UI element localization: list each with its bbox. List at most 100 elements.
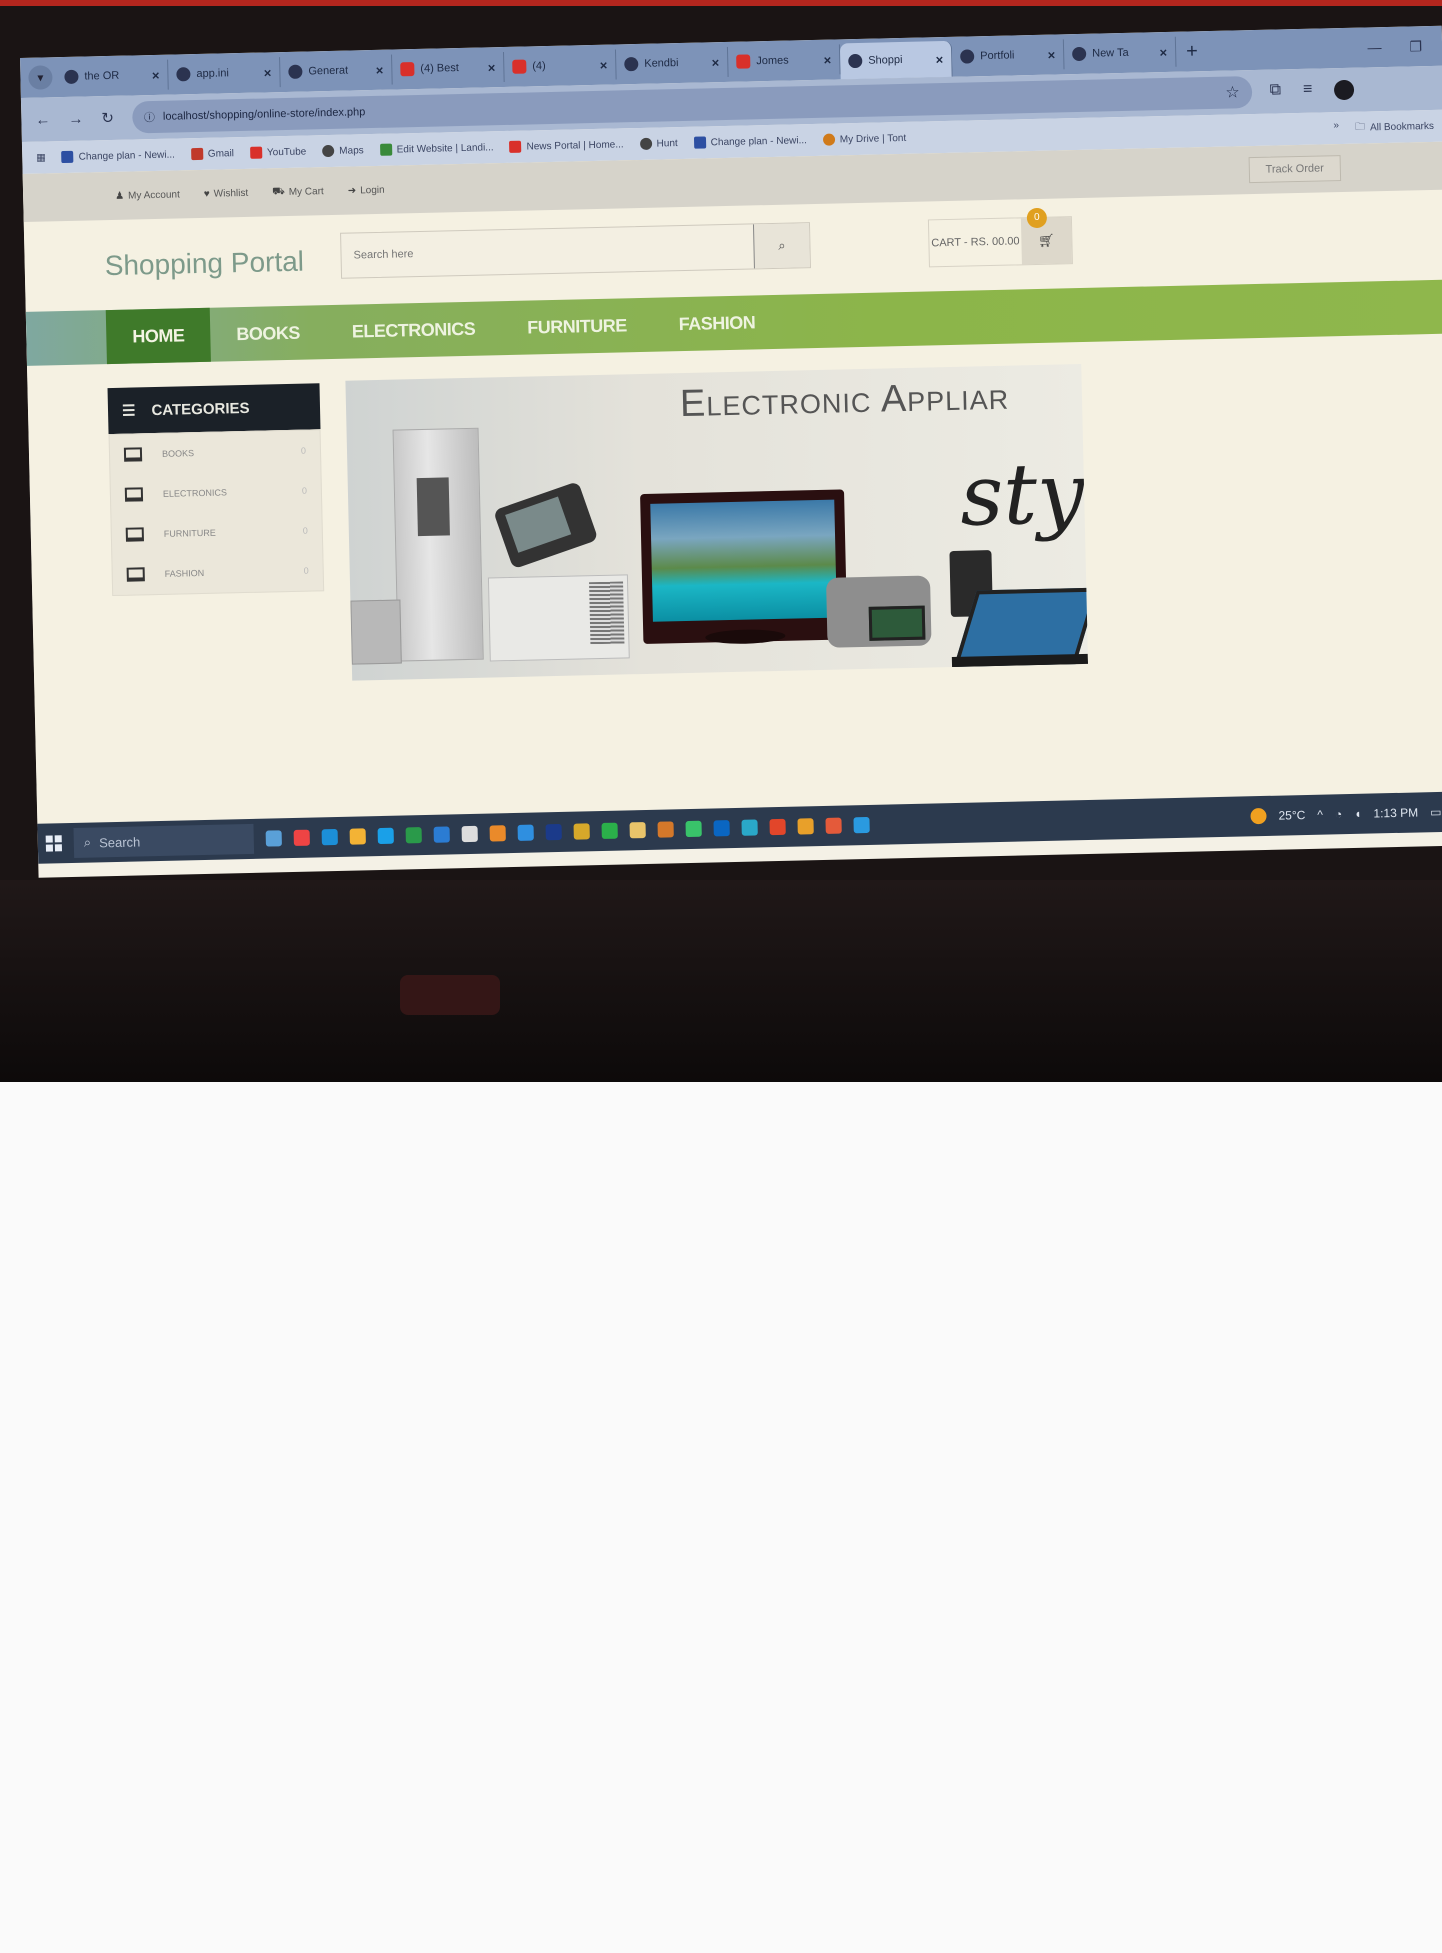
edge-icon[interactable] bbox=[321, 828, 338, 846]
media-icon[interactable]: ≡ bbox=[1303, 81, 1313, 101]
app-icon[interactable] bbox=[573, 823, 590, 840]
folder-icon[interactable] bbox=[629, 822, 646, 839]
cart-summary[interactable]: CART - RS. 00.00 🛒︎ 0 bbox=[927, 207, 1073, 268]
weather-icon[interactable] bbox=[1250, 807, 1267, 825]
folder-icon: 🗀 bbox=[1354, 121, 1366, 133]
search-input[interactable] bbox=[341, 224, 754, 278]
site-info-icon[interactable]: ⓘ bbox=[144, 109, 155, 125]
windows-start-icon[interactable] bbox=[45, 835, 63, 852]
java-icon[interactable] bbox=[657, 821, 674, 838]
browser-tab[interactable]: Jomes × bbox=[727, 44, 841, 77]
close-icon[interactable]: × bbox=[1159, 44, 1167, 59]
chrome-icon[interactable] bbox=[825, 817, 842, 834]
category-furniture[interactable]: FURNITURE 0 bbox=[111, 510, 322, 555]
tab-search-button[interactable]: ▾ bbox=[28, 65, 53, 90]
close-icon[interactable]: × bbox=[488, 60, 496, 75]
app-icon[interactable] bbox=[741, 819, 758, 836]
spotify-icon[interactable] bbox=[601, 822, 618, 839]
category-fashion[interactable]: FASHION 0 bbox=[112, 550, 323, 595]
back-icon[interactable]: ← bbox=[35, 111, 50, 128]
browser-tab[interactable]: (4) Best × bbox=[392, 52, 505, 85]
wishlist-link[interactable]: ♥ Wishlist bbox=[204, 187, 249, 199]
firefox-icon[interactable] bbox=[797, 818, 814, 835]
search-button[interactable]: ⌕ bbox=[752, 223, 810, 269]
bookmark-item[interactable]: Change plan - Newi... bbox=[61, 149, 175, 164]
wifi-icon[interactable]: ◔ bbox=[1335, 807, 1343, 821]
my-account-link[interactable]: ♟ My Account bbox=[115, 189, 180, 201]
search-box: ⌕ bbox=[340, 222, 811, 279]
restore-icon[interactable]: ❐ bbox=[1409, 38, 1422, 55]
file-explorer-icon[interactable] bbox=[349, 828, 366, 845]
clock[interactable]: 1:13 PM bbox=[1373, 805, 1418, 820]
extensions-icon[interactable]: ⧉ bbox=[1269, 81, 1281, 101]
browser-tab[interactable]: Generat × bbox=[280, 54, 393, 88]
microwave-image bbox=[350, 599, 402, 665]
bookmark-item[interactable]: Gmail bbox=[190, 147, 234, 161]
close-icon[interactable]: × bbox=[376, 62, 384, 77]
nav-home[interactable]: HOME bbox=[105, 307, 211, 365]
mail-icon[interactable] bbox=[433, 826, 450, 843]
browser-tab[interactable]: Kendbi × bbox=[615, 46, 729, 80]
close-icon[interactable]: × bbox=[823, 52, 831, 67]
nav-furniture[interactable]: FURNITURE bbox=[501, 298, 654, 355]
cart-icon: ⛟ bbox=[272, 185, 285, 197]
bookmark-item[interactable]: YouTube bbox=[249, 146, 307, 159]
profile-avatar[interactable] bbox=[1334, 79, 1355, 101]
category-electronics[interactable]: ELECTRONICS 0 bbox=[110, 470, 321, 515]
linkedin-icon[interactable] bbox=[713, 820, 730, 837]
photoshop-icon[interactable] bbox=[545, 823, 562, 841]
bookmark-star-icon[interactable]: ☆ bbox=[1225, 82, 1240, 102]
bookmark-item[interactable]: Hunt bbox=[639, 137, 678, 150]
volume-icon[interactable]: ◖ bbox=[1354, 807, 1362, 821]
youtube-icon bbox=[512, 59, 527, 74]
brave-icon[interactable] bbox=[769, 818, 786, 836]
minimize-icon[interactable]: — bbox=[1367, 39, 1381, 56]
notification-icon[interactable]: ▭ bbox=[1430, 805, 1442, 819]
new-tab-button[interactable]: + bbox=[1176, 40, 1208, 64]
store-icon[interactable] bbox=[377, 827, 394, 845]
chrome-icon[interactable] bbox=[293, 829, 310, 846]
browser-tab-active[interactable]: Shoppi × bbox=[839, 40, 953, 80]
notepad-icon[interactable] bbox=[461, 825, 478, 843]
category-books[interactable]: BOOKS 0 bbox=[110, 430, 321, 475]
close-icon[interactable]: × bbox=[1047, 47, 1055, 62]
bookmark-item[interactable]: My Drive | Tont bbox=[822, 132, 907, 146]
close-icon[interactable]: × bbox=[712, 55, 720, 70]
forward-icon[interactable]: → bbox=[68, 110, 83, 127]
my-cart-link[interactable]: ⛟ My Cart bbox=[272, 185, 324, 199]
browser-tab[interactable]: New Ta × bbox=[1063, 36, 1177, 70]
close-icon[interactable]: × bbox=[152, 67, 160, 82]
bookmark-item[interactable]: Edit Website | Landi... bbox=[379, 141, 494, 156]
browser-tab[interactable]: (4) × bbox=[503, 49, 617, 83]
bookmark-item[interactable]: News Portal | Home... bbox=[509, 138, 624, 153]
nav-books[interactable]: BOOKS bbox=[210, 305, 327, 362]
all-bookmarks-button[interactable]: 🗀 All Bookmarks bbox=[1355, 117, 1434, 136]
site-logo[interactable]: Shopping Portal bbox=[104, 246, 304, 283]
vscode-icon[interactable] bbox=[517, 824, 534, 841]
close-icon[interactable]: × bbox=[935, 52, 943, 67]
chevron-right-icon[interactable]: » bbox=[1333, 120, 1339, 137]
task-view-icon[interactable] bbox=[265, 830, 282, 847]
bookmark-item[interactable]: Change plan - Newi... bbox=[693, 134, 807, 149]
xampp-icon[interactable] bbox=[489, 825, 506, 842]
facebook-icon bbox=[693, 136, 706, 149]
excel-icon[interactable] bbox=[405, 827, 422, 844]
nav-fashion[interactable]: FASHION bbox=[652, 295, 782, 352]
track-order-button[interactable]: Track Order bbox=[1248, 155, 1342, 184]
whatsapp-icon[interactable] bbox=[685, 820, 702, 838]
apps-icon[interactable]: ▦ bbox=[36, 152, 46, 163]
close-icon[interactable]: × bbox=[264, 65, 272, 80]
reload-icon[interactable]: ↻ bbox=[101, 109, 114, 127]
login-link[interactable]: ➜ Login bbox=[348, 184, 385, 196]
nav-electronics[interactable]: ELECTRONICS bbox=[325, 301, 502, 359]
taskbar-search[interactable]: ⌕ Search bbox=[73, 823, 255, 858]
browser-tab[interactable]: the OR × bbox=[56, 59, 169, 93]
hero-banner[interactable]: Electronic Appliar sty bbox=[345, 364, 1089, 681]
app-icon[interactable] bbox=[853, 816, 870, 834]
chevron-up-icon[interactable]: ^ bbox=[1317, 808, 1323, 822]
browser-tab[interactable]: app.ini × bbox=[168, 57, 281, 90]
browser-tab[interactable]: Portfoli × bbox=[951, 39, 1065, 72]
bookmark-item[interactable]: Maps bbox=[322, 144, 364, 158]
category-count: 0 bbox=[300, 445, 307, 456]
close-icon[interactable]: × bbox=[600, 57, 608, 72]
